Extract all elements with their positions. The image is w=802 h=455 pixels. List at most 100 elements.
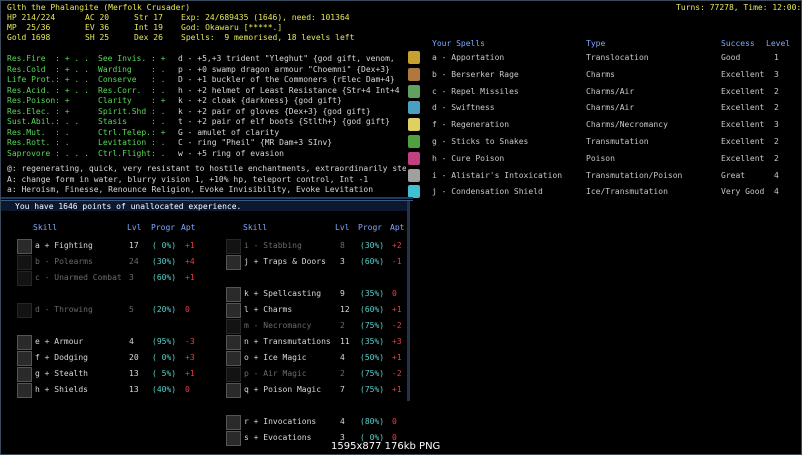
spell-row[interactable]: b - Berserker Rage Charms Excellent 3	[406, 67, 796, 84]
skill-level: 12	[340, 305, 350, 314]
skill-name[interactable]: b - Polearms	[35, 257, 93, 268]
spell-row[interactable]: j - Condensation Shield Ice/Transmutation…	[406, 184, 796, 201]
skill-name[interactable]: c - Unarmed Combat	[35, 273, 122, 284]
equipment-item[interactable]: d - +5,+3 trident "Yleghut" {god gift, v…	[178, 54, 395, 65]
skills-header-progr-2: Progr	[358, 223, 383, 232]
skill-name[interactable]: p - Air Magic	[244, 369, 307, 380]
spell-name: a - Apportation	[432, 53, 505, 62]
skill-aptitude: +1	[392, 305, 402, 314]
resist-label-2: Ctrl.Telep.: +	[98, 127, 166, 137]
ability-line: A: change form in water, blurry vision 1…	[7, 174, 369, 184]
cure-poison-icon	[408, 151, 420, 165]
skill-name[interactable]: j + Traps & Doors	[244, 257, 326, 268]
skill-name[interactable]: d - Throwing	[35, 305, 93, 316]
spells-header-name: Your Spells	[432, 39, 485, 48]
equipment-item[interactable]: w - +5 ring of evasion	[178, 149, 284, 160]
skills-scrollbar[interactable]	[407, 201, 410, 401]
equipment-item[interactable]: C - ring "Pheil" {MR Dam+3 SInv}	[178, 138, 332, 149]
resist-label-2: Clarity : +	[98, 96, 166, 105]
skill-name[interactable]: a + Fighting	[35, 241, 93, 252]
skill-level: 20	[129, 353, 139, 362]
skill-icon	[226, 287, 241, 302]
resist-label: Sust.Abil.: . .	[7, 117, 80, 126]
spell-type: Poison	[586, 153, 615, 163]
skill-level: 4	[340, 353, 345, 362]
skill-name[interactable]: l + Charms	[244, 305, 292, 316]
skill-name[interactable]: o + Ice Magic	[244, 353, 307, 364]
spell-type: Charms/Necromancy	[586, 120, 668, 130]
skill-name[interactable]: s + Evocations	[244, 433, 311, 444]
resist-label-2: Levitation : .	[98, 138, 166, 147]
skill-level: 17	[129, 241, 139, 250]
skill-icon	[226, 319, 241, 334]
spell-name: i - Alistair's Intoxication	[432, 170, 563, 180]
spell-level: 2	[774, 137, 779, 146]
equipment-item[interactable]: G - amulet of clarity	[178, 128, 279, 139]
skill-name[interactable]: q + Poison Magic	[244, 385, 321, 396]
spell-level: 1	[774, 53, 779, 62]
skill-level: 5	[129, 305, 134, 314]
spell-row[interactable]: c - Repel Missiles Charms/Air Excellent 2	[406, 84, 796, 101]
stat-d: Spells: 9 memorised, 18 levels left	[181, 33, 355, 42]
stat-a: MP 25/36	[7, 23, 51, 32]
skill-progress: (95%)	[152, 337, 177, 346]
skill-name[interactable]: g + Stealth	[35, 369, 88, 380]
spell-name: c - Repel Missiles	[432, 86, 519, 96]
skill-name[interactable]: e + Armour	[35, 337, 83, 348]
skill-name[interactable]: f + Dodging	[35, 353, 88, 364]
skill-name[interactable]: r + Invocations	[244, 417, 316, 428]
spell-type: Transmutation	[586, 137, 649, 146]
spell-type: Charms/Air	[586, 86, 635, 96]
skill-aptitude: 0	[392, 417, 397, 426]
skill-progress: (60%)	[360, 257, 385, 266]
spells-header-success: Success	[721, 39, 755, 48]
skill-progress: (75%)	[360, 369, 385, 378]
skill-level: 13	[129, 369, 139, 378]
equipment-item[interactable]: h - +2 helmet of Least Resistance {Str+4…	[178, 86, 400, 97]
resist-label: Res.Poison: +	[7, 96, 70, 105]
stat-c: Str 17	[134, 13, 163, 22]
skill-name[interactable]: m - Necromancy	[244, 321, 311, 332]
spell-row[interactable]: g - Sticks to Snakes Transmutation Excelle…	[406, 134, 796, 151]
skill-progress: ( 0%)	[152, 241, 177, 250]
skill-icon	[17, 239, 32, 254]
skill-name[interactable]: i - Stabbing	[244, 241, 302, 252]
skill-name[interactable]: k + Spellcasting	[244, 289, 321, 300]
skill-icon	[226, 255, 241, 270]
spell-row[interactable]: f - Regeneration Charms/Necromancy Excelle…	[406, 117, 796, 134]
resist-label-2: Ctrl.Flight: .	[98, 148, 166, 158]
skills-panel: You have 1646 points of unallocated expe…	[1, 200, 413, 454]
equipment-item[interactable]: k - +2 pair of gloves {Dex+3} {god gift}	[178, 107, 371, 118]
skill-aptitude: +1	[185, 273, 195, 282]
spell-row[interactable]: d - Swiftness Charms/Air Excellent 2	[406, 100, 796, 117]
skills-header-apt: Apt	[181, 223, 196, 232]
skill-name[interactable]: n + Transmutations	[244, 337, 331, 348]
stat-b: AC 20	[85, 13, 110, 22]
equipment-item[interactable]: k - +2 cloak {darkness} {god gift}	[178, 96, 342, 107]
spell-row[interactable]: i - Alistair's Intoxication Transmutation…	[406, 168, 796, 185]
spell-row[interactable]: h - Cure Poison Poison Excellent 2	[406, 151, 796, 168]
spells-panel: Your Spells Type Success Level a - Appor…	[406, 35, 796, 200]
skill-aptitude: +4	[185, 257, 195, 266]
spells-header-level: Level	[766, 39, 791, 48]
stat-a: HP 214/224	[7, 13, 56, 22]
ability-line: @: regenerating, quick, very resistant t…	[7, 164, 431, 173]
equipment-item[interactable]: p - +0 swamp dragon armour "Choemni" {De…	[178, 65, 390, 76]
spell-type: Charms/Air	[586, 103, 635, 113]
stat-d: Exp: 24/689435 (1646), need: 101364	[181, 13, 350, 22]
spell-row[interactable]: a - Apportation Translocation Good 1	[406, 50, 796, 67]
intoxication-icon	[408, 168, 420, 182]
apportation-icon	[408, 51, 420, 64]
skill-level: 3	[129, 273, 134, 282]
skill-icon	[17, 303, 32, 318]
spell-name: g - Sticks to Snakes	[432, 137, 529, 146]
skill-name[interactable]: h + Shields	[35, 385, 88, 396]
skill-progress: (50%)	[360, 353, 385, 362]
equipment-item[interactable]: t - +2 pair of elf boots {Stlth+} {god g…	[178, 117, 390, 128]
equipment-item[interactable]: D - +1 buckler of the Commoners {rElec D…	[178, 75, 395, 86]
repel-missiles-icon	[408, 84, 420, 98]
skill-aptitude: +3	[392, 337, 402, 346]
panel-separator	[1, 197, 413, 199]
skill-icon	[226, 335, 241, 350]
skill-aptitude: -3	[185, 337, 195, 346]
